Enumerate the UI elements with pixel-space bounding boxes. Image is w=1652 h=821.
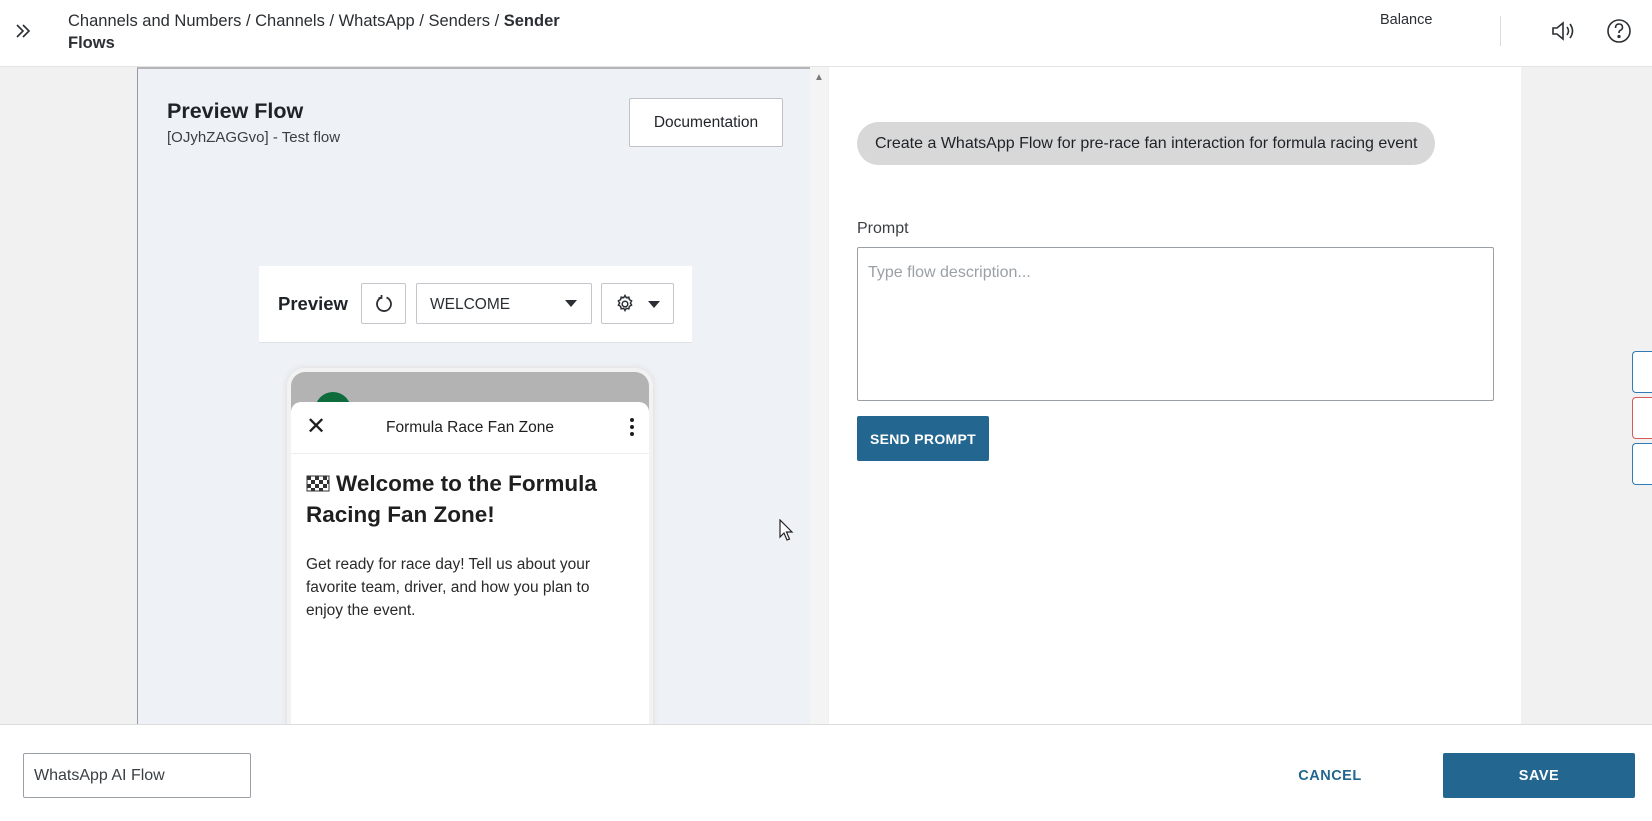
help-icon [1607, 19, 1631, 43]
preview-settings-button[interactable] [601, 283, 674, 324]
breadcrumb: Channels and Numbers / Channels / WhatsA… [68, 10, 588, 54]
documentation-button[interactable]: Documentation [629, 98, 783, 147]
mouse-cursor-icon [779, 519, 794, 541]
preview-scrollbar[interactable] [810, 67, 828, 724]
preview-label: Preview [278, 293, 348, 314]
speaker-icon [1552, 21, 1574, 41]
prompt-input[interactable] [857, 247, 1494, 401]
side-tabs [1632, 351, 1652, 487]
breadcrumb-separator: / [329, 12, 339, 30]
suggested-prompt-chip[interactable]: Create a WhatsApp Flow for pre-race fan … [857, 122, 1436, 165]
cancel-button[interactable]: CANCEL [1280, 753, 1380, 798]
breadcrumb-item-whatsapp[interactable]: WhatsApp [339, 12, 415, 30]
help-button[interactable] [1605, 17, 1633, 45]
balance-label[interactable]: Balance [1380, 12, 1432, 28]
breadcrumb-separator: / [245, 12, 256, 30]
double-chevron-right-icon [16, 24, 31, 38]
send-prompt-button[interactable]: SEND PROMPT [857, 416, 989, 461]
expand-sidebar-button[interactable] [10, 18, 36, 44]
screen-select[interactable]: WELCOME [416, 283, 592, 324]
footer-bar: CANCEL SAVE [0, 724, 1652, 821]
breadcrumb-separator: / [419, 12, 429, 30]
preview-flow-panel: Preview Flow [OJyhZAGGvo] - Test flow Do… [137, 67, 812, 724]
flow-screen-header: ✕ Formula Race Fan Zone [291, 402, 649, 454]
breadcrumb-separator: / [494, 12, 504, 30]
flow-name-input[interactable] [23, 753, 251, 798]
breadcrumb-item-channels[interactable]: Channels [255, 12, 325, 30]
screen-select-value: WELCOME [430, 296, 511, 313]
gear-icon [617, 294, 633, 312]
preview-flow-subtitle: [OJyhZAGGvo] - Test flow [167, 129, 341, 146]
top-header: Channels and Numbers / Channels / WhatsA… [0, 0, 1652, 67]
flow-screen: ✕ Formula Race Fan Zone Welcome to the F… [291, 402, 649, 724]
phone-mockup: ✕ Formula Race Fan Zone Welcome to the F… [291, 372, 649, 724]
breadcrumb-item-channels-and-numbers[interactable]: Channels and Numbers [68, 12, 241, 30]
preview-flow-title: Preview Flow [167, 99, 304, 123]
flow-heading: Welcome to the Formula Racing Fan Zone! [306, 468, 636, 530]
prompt-label: Prompt [857, 220, 909, 237]
announcements-button[interactable] [1549, 17, 1577, 45]
side-tab-settings[interactable] [1632, 351, 1652, 393]
preview-toolbar: Preview WELCOME [259, 266, 692, 343]
flow-heading-text: Welcome to the Formula Racing Fan Zone! [306, 471, 597, 527]
side-tab-chat[interactable] [1632, 443, 1652, 485]
checkered-flag-icon [306, 475, 330, 492]
caret-down-icon [648, 301, 660, 308]
flow-screen-title: Formula Race Fan Zone [386, 419, 554, 436]
header-divider [1500, 16, 1501, 46]
save-button[interactable]: SAVE [1443, 753, 1635, 798]
kebab-menu-icon[interactable] [629, 418, 635, 438]
refresh-button[interactable] [361, 283, 406, 324]
refresh-icon [375, 294, 392, 312]
preview-card: Preview WELCOME ✕ Formula Race Fan Zone … [259, 266, 692, 724]
scroll-up-arrow-icon[interactable]: ▲ [813, 72, 825, 84]
side-tab-feedback[interactable] [1632, 397, 1652, 439]
ai-assistant-panel: Create a WhatsApp Flow for pre-race fan … [829, 67, 1521, 724]
caret-down-icon [565, 300, 577, 307]
breadcrumb-item-senders[interactable]: Senders [429, 12, 490, 30]
flow-body-text: Get ready for race day! Tell us about yo… [306, 556, 591, 619]
